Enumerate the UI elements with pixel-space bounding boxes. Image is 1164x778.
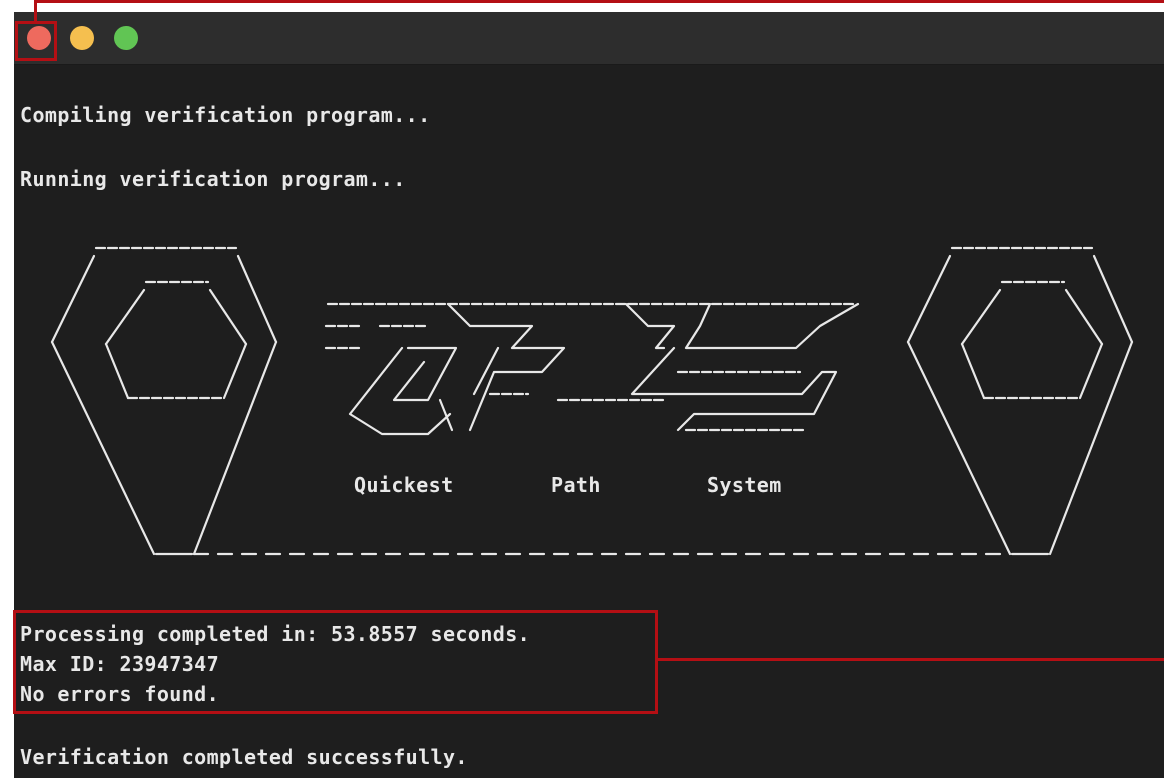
close-button-highlight — [15, 21, 57, 61]
compile-line: Compiling verification program... — [20, 103, 431, 127]
title-bar — [14, 12, 1164, 65]
callout-leader-output — [657, 658, 1164, 661]
callout-leader-close — [34, 0, 37, 22]
qps-ascii-banner: Quickest Path System — [50, 246, 1134, 556]
left-location-pin-icon — [50, 246, 278, 556]
right-location-pin-icon — [906, 246, 1134, 556]
minimize-button[interactable] — [70, 26, 94, 50]
running-line: Running verification program... — [20, 167, 406, 191]
tagline-word-path: Path — [551, 473, 601, 497]
tagline-word-system: System — [707, 473, 782, 497]
zoom-button[interactable] — [114, 26, 138, 50]
callout-leader-top — [34, 0, 1164, 3]
qps-logo — [324, 302, 860, 436]
result-output-highlight — [13, 610, 658, 714]
verification-result-line: Verification completed successfully. — [20, 745, 468, 769]
screenshot-frame: Compiling verification program... Runnin… — [0, 0, 1164, 778]
tagline-word-quickest: Quickest — [354, 473, 454, 497]
